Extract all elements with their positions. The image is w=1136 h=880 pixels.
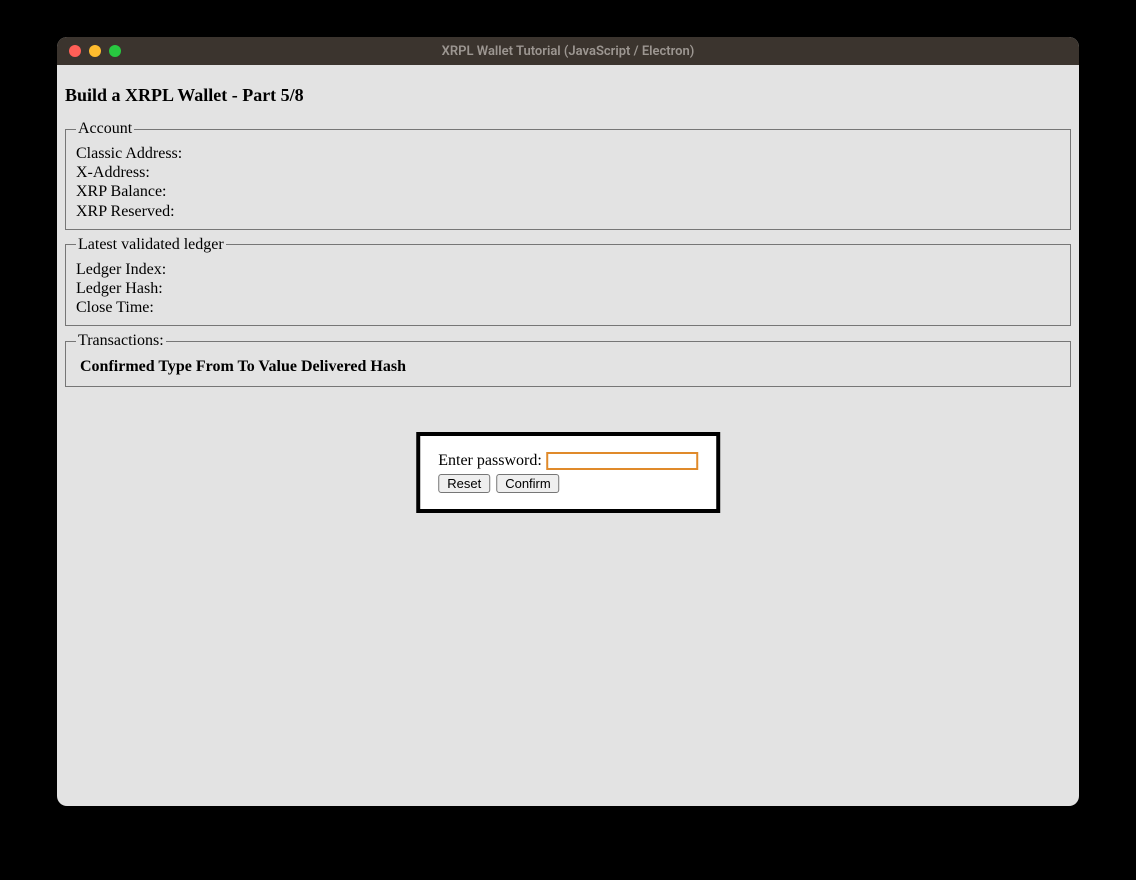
- traffic-lights: [57, 45, 121, 57]
- account-fieldset: Account Classic Address: X-Address: XRP …: [65, 120, 1071, 230]
- transactions-fieldset: Transactions: Confirmed Type From To Val…: [65, 332, 1071, 387]
- content-area: Build a XRPL Wallet - Part 5/8 Account C…: [57, 65, 1079, 401]
- modal-buttons: Reset Confirm: [438, 474, 698, 493]
- tx-header-type: Type: [158, 358, 191, 375]
- xrp-balance-label: XRP Balance:: [76, 182, 1060, 201]
- password-input[interactable]: [546, 452, 698, 470]
- password-row: Enter password:: [438, 452, 698, 470]
- window-close-button[interactable]: [69, 45, 81, 57]
- tx-header-delivered: Delivered: [301, 358, 366, 375]
- ledger-legend: Latest validated ledger: [76, 236, 226, 254]
- classic-address-label: Classic Address:: [76, 144, 1060, 163]
- tx-header-from: From: [196, 358, 234, 375]
- transactions-headers: Confirmed Type From To Value Delivered H…: [76, 356, 1060, 378]
- titlebar: XRPL Wallet Tutorial (JavaScript / Elect…: [57, 37, 1079, 65]
- xrp-reserved-label: XRP Reserved:: [76, 202, 1060, 221]
- x-address-label: X-Address:: [76, 163, 1060, 182]
- tx-header-to: To: [238, 358, 255, 375]
- confirm-button[interactable]: Confirm: [496, 474, 560, 493]
- ledger-hash-label: Ledger Hash:: [76, 279, 1060, 298]
- page-title: Build a XRPL Wallet - Part 5/8: [65, 85, 1071, 106]
- tx-header-confirmed: Confirmed: [80, 358, 155, 375]
- reset-button[interactable]: Reset: [438, 474, 490, 493]
- window-maximize-button[interactable]: [109, 45, 121, 57]
- account-legend: Account: [76, 120, 134, 138]
- password-modal: Enter password: Reset Confirm: [416, 432, 720, 513]
- ledger-fieldset: Latest validated ledger Ledger Index: Le…: [65, 236, 1071, 327]
- ledger-index-label: Ledger Index:: [76, 260, 1060, 279]
- tx-header-hash: Hash: [370, 358, 406, 375]
- password-label: Enter password:: [438, 452, 542, 470]
- close-time-label: Close Time:: [76, 298, 1060, 317]
- window-title: XRPL Wallet Tutorial (JavaScript / Elect…: [57, 44, 1079, 59]
- transactions-legend: Transactions:: [76, 332, 166, 350]
- window-minimize-button[interactable]: [89, 45, 101, 57]
- app-window: XRPL Wallet Tutorial (JavaScript / Elect…: [57, 37, 1079, 806]
- tx-header-value: Value: [258, 358, 297, 375]
